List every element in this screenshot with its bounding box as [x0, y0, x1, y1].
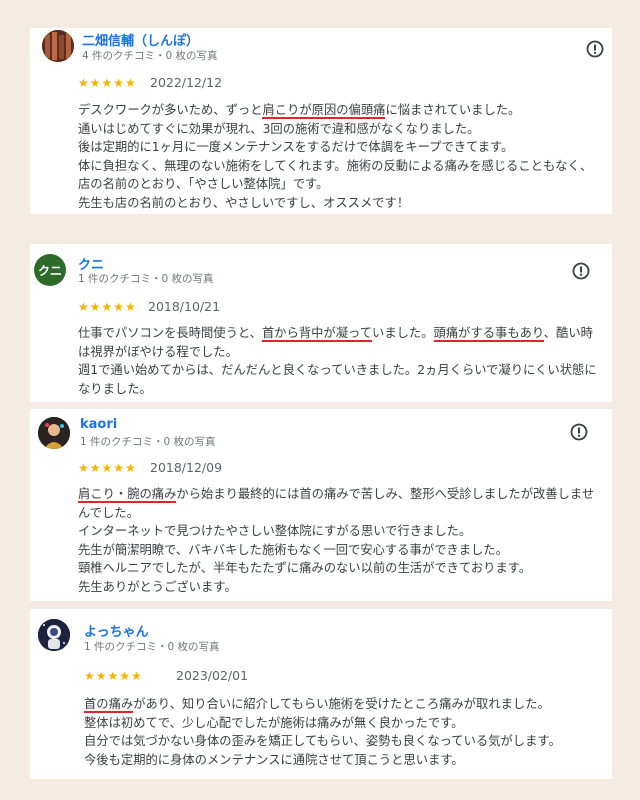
review-date: 2023/02/01: [176, 668, 249, 683]
review-line: デスクワークが多いため、ずっと肩こりが原因の偏頭痛に悩まされていました。: [78, 103, 521, 119]
review-line: 体に負担なく、無理のない施術をしてくれます。施術の反動による痛みを感じることもな…: [78, 158, 593, 192]
review-card: クニ クニ 1 件のクチコミ・0 枚の写真 ★★★★★ 2018/10/21 仕…: [30, 244, 612, 402]
review-text: 肩こり・腕の痛みから始まり最終的には首の痛みで苦しみ、整形へ受診しましたが改善し…: [78, 485, 604, 597]
review-card: よっちゃん 1 件のクチコミ・0 枚の写真 ★★★★★ 2023/02/01 首…: [30, 609, 612, 779]
review-line: 今後も定期的に身体のメンテナンスに通院させて頂こうと思います。: [84, 752, 464, 767]
review-line: 頸椎ヘルニアでしたが、半年もたたずに痛みのない以前の生活ができております。: [78, 561, 532, 576]
reviewer-name[interactable]: kaori: [80, 417, 117, 432]
avatar-photo-icon: [38, 619, 70, 651]
review-line: 仕事でパソコンを長時間使うと、首から背中が凝っていました。頭痛がする事もあり、酷…: [78, 326, 593, 359]
review-text: 仕事でパソコンを長時間使うと、首から背中が凝っていました。頭痛がする事もあり、酷…: [78, 324, 604, 398]
review-line: 先生ありがとうございます。: [78, 579, 237, 594]
avatar-initials: クニ: [37, 263, 62, 278]
highlighted-phrase: 肩こりが原因の偏頭痛: [262, 103, 386, 119]
avatar-photo-icon: [42, 30, 74, 62]
exclamation-circle-icon[interactable]: [586, 40, 604, 58]
star-rating: ★★★★★: [84, 669, 143, 683]
highlighted-phrase: 頭痛がする事もあり: [433, 326, 544, 342]
reviewer-name[interactable]: よっちゃん: [84, 621, 149, 640]
exclamation-circle-icon[interactable]: [570, 423, 588, 441]
review-line: 先生も店の名前のとおり、やさしいですし、オススメです！: [78, 195, 410, 210]
reviewer-meta: 4 件のクチコミ・0 枚の写真: [82, 50, 218, 62]
review-text: デスクワークが多いため、ずっと肩こりが原因の偏頭痛に悩まされていました。 通いは…: [78, 101, 604, 213]
review-line: 自分では気づかない身体の歪みを矯正してもらい、姿勢も良くなっている気がします。: [84, 734, 561, 749]
review-line: 首の痛みがあり、知り合いに紹介してもらい施術を受けたところ痛みが取れました。: [84, 697, 550, 713]
reviewer-meta: 1 件のクチコミ・0 枚の写真: [84, 641, 220, 653]
star-rating: ★★★★★: [78, 300, 137, 314]
avatar-photo-icon: [38, 417, 70, 449]
reviewer-avatar[interactable]: クニ: [34, 254, 66, 286]
review-date: 2022/12/12: [150, 75, 223, 90]
reviewer-avatar[interactable]: [42, 30, 74, 62]
reviewer-meta: 1 件のクチコミ・0 枚の写真: [78, 273, 214, 285]
review-line: 肩こり・腕の痛みから始まり最終的には首の痛みで苦しみ、整形へ受診しましたが改善し…: [78, 487, 595, 520]
star-rating: ★★★★★: [78, 461, 137, 475]
highlighted-phrase: 肩こり・腕の痛み: [78, 487, 177, 503]
reviewer-name[interactable]: 二畑信輔（しんぽ）: [82, 30, 199, 49]
highlighted-phrase: 首の痛み: [84, 697, 134, 713]
review-line: 週1で通い始めてからは、だんだんと良くなっていきました。2ヵ月くらいで凝りにくい…: [78, 363, 597, 396]
review-card: 二畑信輔（しんぽ） 4 件のクチコミ・0 枚の写真 ★★★★★ 2022/12/…: [30, 28, 612, 214]
review-line: 後は定期的に1ヶ月に一度メンテナンスをするだけで体調をキープできてます。: [78, 140, 514, 155]
review-line: 先生が簡潔明瞭で、バキバキした施術もなく一回で安心する事ができました。: [78, 542, 508, 557]
review-date: 2018/12/09: [150, 460, 223, 475]
review-line: 通いはじめてすぐに効果が現れ、3回の施術で違和感がなくなりました。: [78, 121, 480, 136]
review-line: インターネットで見つけたやさしい整体院にすがる思いで行きました。: [78, 524, 472, 539]
review-date: 2018/10/21: [148, 299, 221, 314]
reviewer-avatar[interactable]: [38, 417, 70, 449]
exclamation-circle-icon[interactable]: [572, 262, 590, 280]
review-line: 整体は初めてで、少し心配でしたが施術は痛みが無く良かったです。: [84, 715, 464, 730]
review-card: kaori 1 件のクチコミ・0 枚の写真 ★★★★★ 2018/12/09 肩…: [30, 409, 612, 601]
star-rating: ★★★★★: [78, 76, 137, 90]
highlighted-phrase: 首から背中が凝って: [261, 326, 373, 342]
reviewer-avatar[interactable]: [38, 619, 70, 651]
reviewer-meta: 1 件のクチコミ・0 枚の写真: [80, 436, 216, 448]
review-text: 首の痛みがあり、知り合いに紹介してもらい施術を受けたところ痛みが取れました。 整…: [84, 695, 608, 769]
